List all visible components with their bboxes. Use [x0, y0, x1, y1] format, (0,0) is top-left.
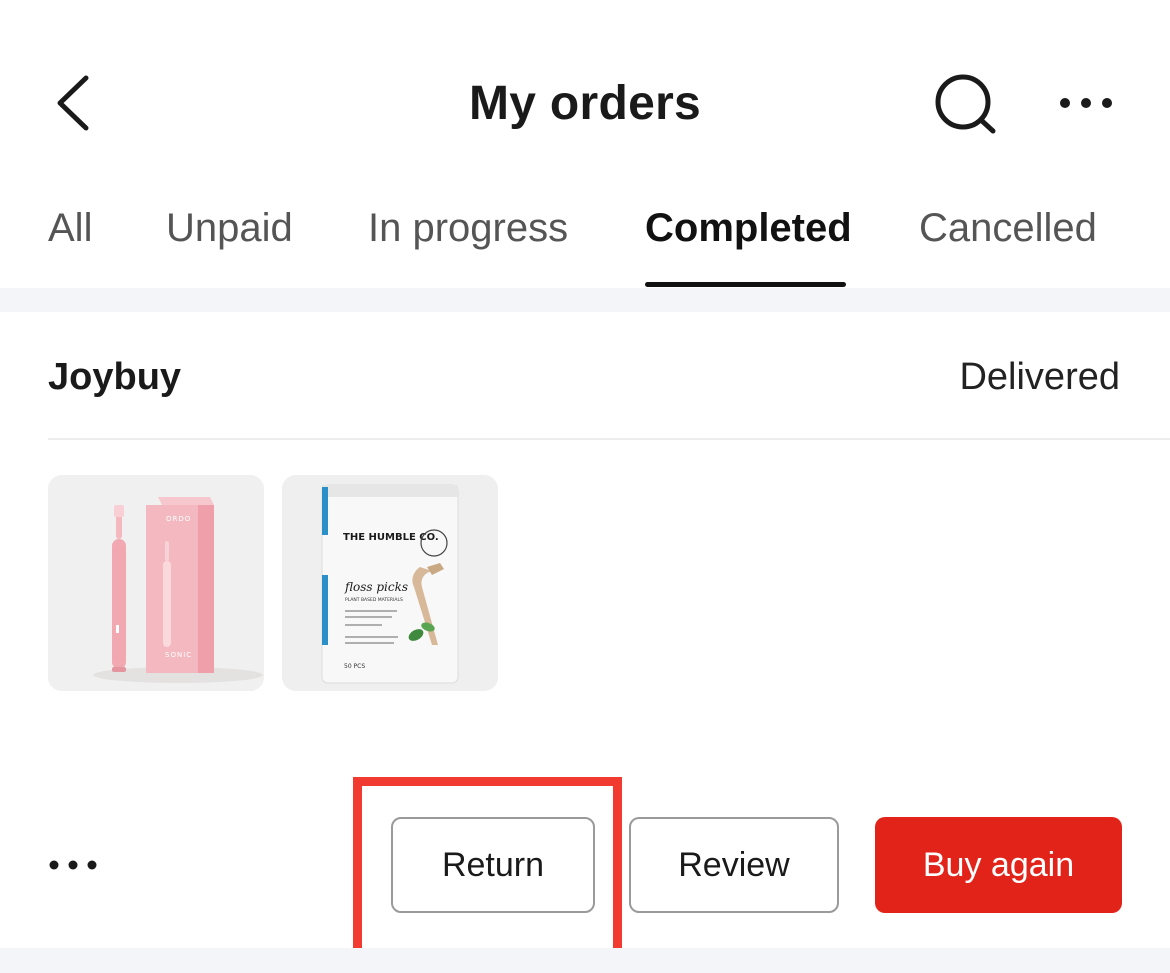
- pieces-count-text: 50 PCS: [344, 663, 365, 670]
- order-card[interactable]: Joybuy Delivered ORDO SONIC THE HUMBLE C…: [0, 312, 1170, 959]
- buy-again-button[interactable]: Buy again: [875, 817, 1122, 913]
- more-horizontal-icon: [1060, 98, 1112, 108]
- active-tab-indicator: [645, 282, 846, 287]
- more-horizontal-icon: [49, 860, 97, 870]
- tab-cancelled[interactable]: Cancelled: [919, 206, 1097, 251]
- header: My orders: [0, 0, 1170, 190]
- section-gap: [0, 288, 1170, 312]
- search-icon: [935, 74, 996, 134]
- more-options-button[interactable]: [1056, 90, 1116, 116]
- review-button[interactable]: Review: [629, 817, 839, 913]
- product-thumbnail-toothbrush[interactable]: ORDO SONIC: [48, 475, 264, 691]
- divider: [48, 438, 1170, 440]
- order-more-button[interactable]: [46, 852, 100, 878]
- section-gap-bottom: [0, 948, 1170, 973]
- tab-in-progress[interactable]: In progress: [368, 206, 568, 251]
- product-thumbnail-floss-picks[interactable]: THE HUMBLE CO. floss picks PLANT BASED M…: [282, 475, 498, 691]
- tab-all[interactable]: All: [48, 206, 92, 251]
- order-tabs: All Unpaid In progress Completed Cancell…: [0, 190, 1170, 288]
- toothbrush-product-image: ORDO SONIC: [48, 475, 264, 691]
- box-sub-text: SONIC: [165, 651, 192, 659]
- order-status: Delivered: [959, 356, 1120, 398]
- product-sub-text: PLANT BASED MATERIALS: [345, 597, 403, 603]
- tab-unpaid[interactable]: Unpaid: [166, 206, 293, 251]
- tab-completed[interactable]: Completed: [645, 206, 852, 251]
- search-button[interactable]: [932, 72, 1000, 136]
- return-button[interactable]: Return: [391, 817, 595, 913]
- store-name[interactable]: Joybuy: [48, 356, 181, 399]
- box-brand-text: ORDO: [166, 515, 191, 523]
- floss-picks-product-image: THE HUMBLE CO. floss picks PLANT BASED M…: [282, 475, 498, 691]
- product-name-text: floss picks: [344, 580, 408, 594]
